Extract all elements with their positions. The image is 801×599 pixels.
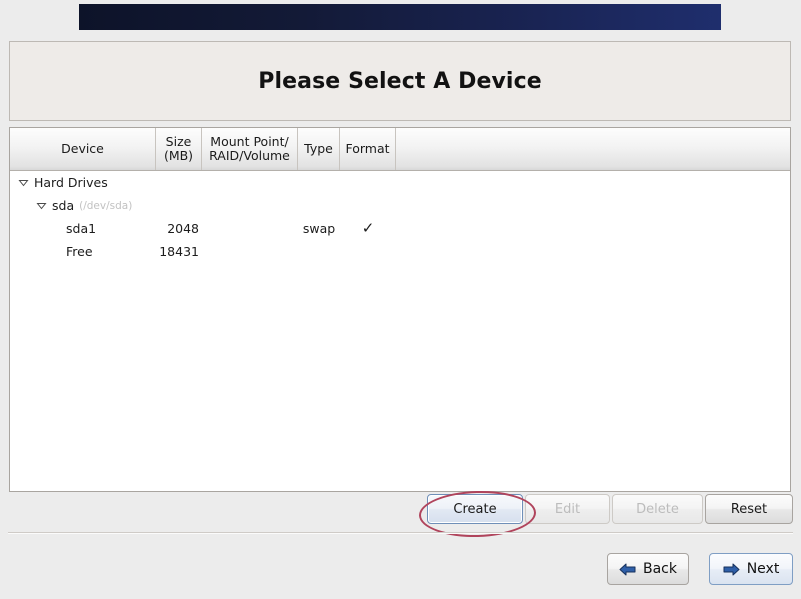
column-header-format[interactable]: Format xyxy=(340,128,396,170)
table-header-row: Device Size (MB) Mount Point/ RAID/Volum… xyxy=(10,128,790,171)
back-button[interactable]: Back xyxy=(607,553,689,585)
device-name: sda xyxy=(52,198,75,213)
column-header-size[interactable]: Size (MB) xyxy=(156,128,202,170)
device-name: Hard Drives xyxy=(34,175,108,190)
cell-device: Free xyxy=(10,244,156,259)
header-banner xyxy=(79,4,721,30)
table-row[interactable]: sda1 2048 swap ✓ xyxy=(10,217,790,240)
device-name: sda1 xyxy=(66,221,97,236)
next-button-label: Next xyxy=(746,561,780,577)
table-body: Hard Drives sda (/dev/sda) sda1 2048 swa… xyxy=(10,171,790,263)
cell-device: Hard Drives xyxy=(10,175,156,190)
column-header-type[interactable]: Type xyxy=(298,128,340,170)
create-button[interactable]: Create xyxy=(427,494,523,524)
edit-button: Edit xyxy=(525,494,610,524)
arrow-left-icon xyxy=(619,562,636,577)
arrow-right-icon xyxy=(723,562,740,577)
device-path: (/dev/sda) xyxy=(79,199,133,212)
reset-button[interactable]: Reset xyxy=(705,494,793,524)
next-button[interactable]: Next xyxy=(709,553,793,585)
column-header-size-line2: (MB) xyxy=(163,148,194,163)
cell-size: 18431 xyxy=(159,244,199,259)
installer-window: Please Select A Device Device Size (MB) … xyxy=(0,0,801,599)
device-table: Device Size (MB) Mount Point/ RAID/Volum… xyxy=(9,127,791,492)
column-header-mount-line2: RAID/Volume xyxy=(209,148,290,163)
chevron-down-icon[interactable] xyxy=(36,200,47,211)
column-header-mount-point[interactable]: Mount Point/ RAID/Volume xyxy=(202,128,298,170)
column-header-size-line1: Size xyxy=(165,133,192,149)
cell-device: sda (/dev/sda) xyxy=(10,198,156,213)
table-row[interactable]: sda (/dev/sda) xyxy=(10,194,790,217)
column-header-device[interactable]: Device xyxy=(10,128,156,170)
footer-divider xyxy=(8,532,793,534)
page-title: Please Select A Device xyxy=(258,68,542,94)
format-check-icon: ✓ xyxy=(361,219,375,237)
cell-size: 2048 xyxy=(167,221,199,236)
device-name: Free xyxy=(66,244,93,259)
cell-device: sda1 xyxy=(10,221,156,236)
chevron-down-icon[interactable] xyxy=(18,177,29,188)
column-header-mount-line1: Mount Point/ xyxy=(210,133,289,149)
table-row[interactable]: Hard Drives xyxy=(10,171,790,194)
title-panel: Please Select A Device xyxy=(9,41,791,121)
back-button-label: Back xyxy=(643,561,677,577)
cell-type: swap xyxy=(302,221,336,236)
column-header-filler xyxy=(396,128,790,170)
action-button-row: Create Edit Delete Reset xyxy=(0,494,801,530)
table-row[interactable]: Free 18431 xyxy=(10,240,790,263)
delete-button: Delete xyxy=(612,494,703,524)
